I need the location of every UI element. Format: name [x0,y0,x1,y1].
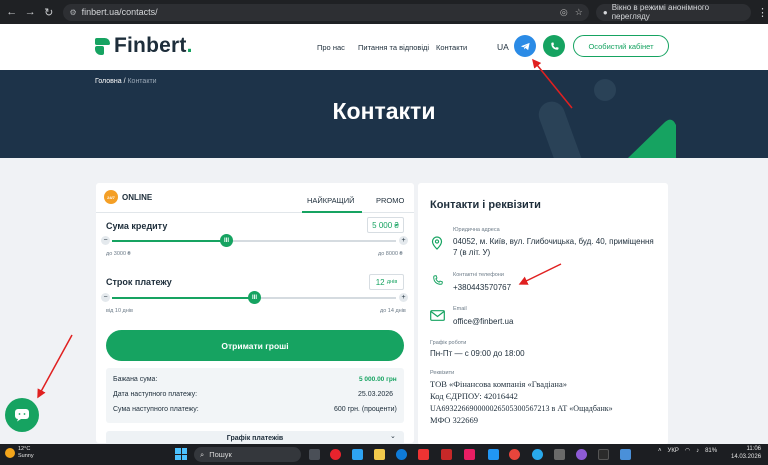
annotation-arrow-chat [37,334,73,399]
chevron-up-icon[interactable]: ˄ [658,448,662,454]
edge-icon[interactable] [396,449,407,460]
app-icon[interactable] [418,449,429,460]
task-view-icon[interactable] [309,449,320,460]
telegram-app-icon[interactable] [532,449,543,460]
battery-level: 81% [705,447,718,454]
app-icon[interactable] [554,449,565,460]
app-icon[interactable] [598,449,609,460]
app-icon[interactable] [352,449,363,460]
sun-icon [5,447,15,458]
weather-condition: Sunny [18,452,34,459]
weather-widget[interactable]: 12°C Sunny [5,446,34,459]
windows-start-icon[interactable] [175,448,187,460]
clock[interactable]: 11:06 14.03.2026 [731,446,761,461]
search-placeholder: Пошук [209,450,232,459]
app-icon[interactable] [620,449,631,460]
viber-icon[interactable] [576,449,587,460]
system-tray[interactable]: ˄ УКР ◠ ♪ 81% [658,447,718,455]
clock-date: 14.03.2026 [731,453,762,460]
volume-icon: ♪ [696,447,700,454]
annotation-arrows [37,58,573,399]
taskbar-search[interactable]: ⌕ Пошук [194,447,301,462]
annotation-arrow-telegram [532,58,573,109]
opera-icon[interactable] [330,449,341,460]
file-explorer-icon[interactable] [374,449,385,460]
keyboard-language[interactable]: УКР [668,448,679,454]
app-icon[interactable] [464,449,475,460]
clock-time: 11:06 [746,446,762,452]
wifi-icon: ◠ [684,448,691,454]
dropbox-icon[interactable] [488,449,499,460]
search-icon: ⌕ [200,449,205,459]
annotation-arrow-phone [518,263,562,285]
chrome-icon[interactable] [509,449,520,460]
app-icon[interactable] [441,449,452,460]
